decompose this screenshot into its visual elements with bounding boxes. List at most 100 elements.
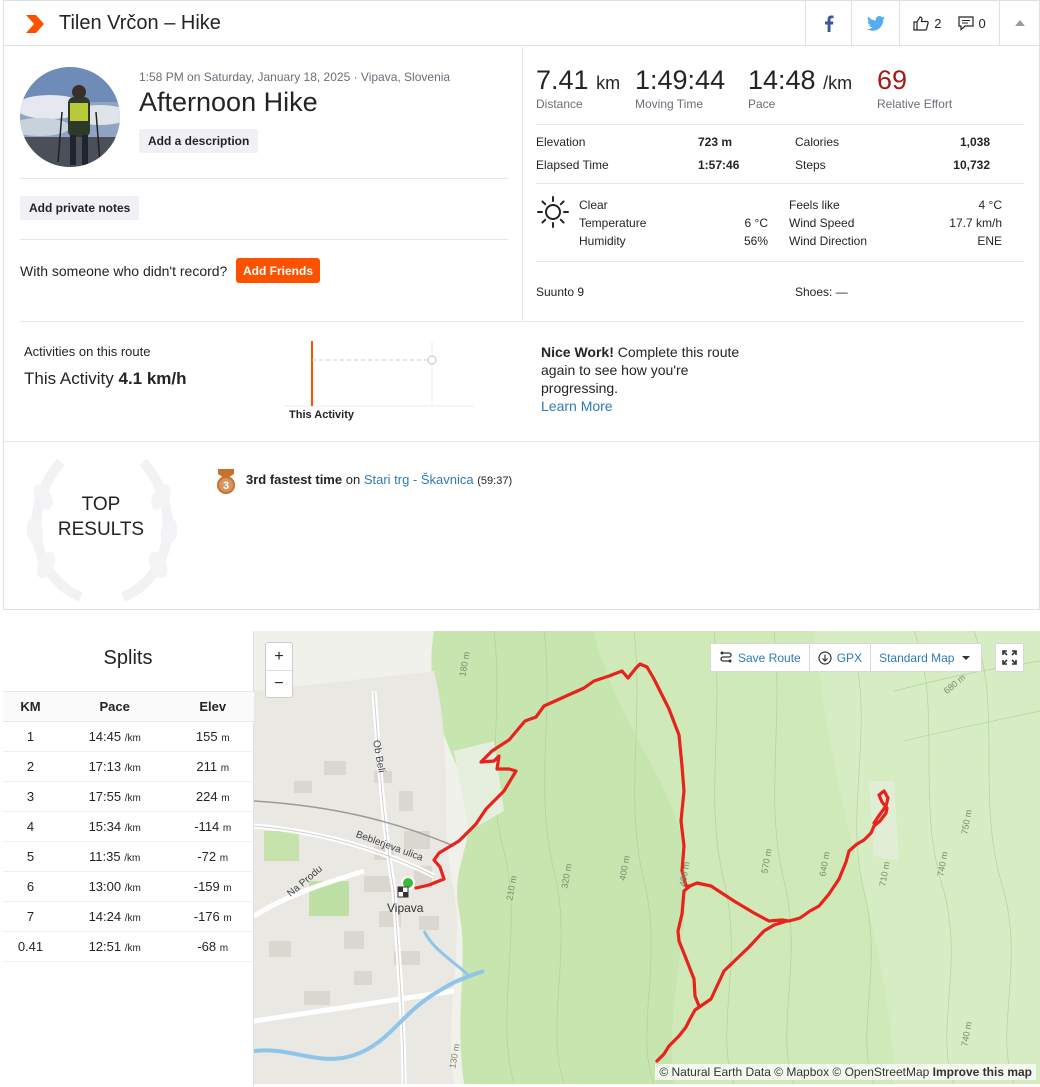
split-elev: -176 m (171, 901, 254, 932)
hike-sport-icon (26, 15, 44, 33)
fullscreen-icon (1002, 650, 1017, 665)
split-pace: 14:45 /km (57, 721, 172, 752)
map-type-label: Standard Map (879, 650, 955, 665)
calories-label: Calories (795, 135, 840, 149)
stat-moving-time: 1:49:44 Moving Time (635, 65, 725, 111)
nice-work-title: Nice Work! (541, 344, 614, 360)
split-km: 2 (3, 751, 58, 782)
kudos-button[interactable]: 2 (913, 16, 942, 31)
distance-label: Distance (536, 97, 583, 111)
split-elev: 224 m (171, 781, 254, 812)
splits-row: 3 17:55 /km 224 m (3, 781, 254, 812)
learn-more-link[interactable]: Learn More (541, 398, 613, 414)
divider (20, 321, 1024, 322)
caret-up-icon (1014, 20, 1025, 26)
split-pace: 17:55 /km (57, 781, 172, 812)
wind-direction-value: ENE (977, 234, 1002, 248)
route-activities-label: Activities on this route (24, 344, 151, 359)
route-this-activity-speed: 4.1 km/h (118, 369, 187, 388)
splits-row: 0.41 12:51 /km -68 m (3, 931, 254, 962)
add-friends-button[interactable]: Add Friends (236, 258, 320, 283)
splits-header-elev: Elev (171, 691, 254, 722)
gpx-label: GPX (836, 650, 863, 665)
download-icon (818, 650, 832, 665)
stat-relative-effort[interactable]: 69 Relative Effort (877, 65, 952, 111)
divider (20, 239, 508, 240)
route-comparison-chart (284, 341, 474, 407)
split-km: 5 (3, 841, 58, 872)
map-type-select[interactable]: Standard Map (871, 643, 983, 672)
pace-label: Pace (748, 97, 776, 111)
splits-header-pace: Pace (57, 691, 172, 722)
divider (4, 441, 1039, 442)
bronze-medal-icon: 3 (217, 469, 235, 494)
zoom-controls: + − (265, 642, 293, 698)
top-results-title: TOP RESULTS (36, 492, 166, 542)
map-toolbar: Save Route GPX Standard Map (710, 643, 983, 672)
shoes-info: Shoes: — (795, 285, 848, 299)
split-km: 6 (3, 871, 58, 902)
athlete-avatar[interactable] (20, 67, 120, 167)
moving-time-value: 1:49:44 (635, 65, 726, 95)
split-pace: 14:24 /km (57, 901, 172, 932)
nice-work-message: Nice Work! Complete this route again to … (541, 343, 756, 415)
route-this-activity: This Activity 4.1 km/h (24, 369, 187, 389)
splits-row: 6 13:00 /km -159 m (3, 871, 254, 902)
activity-datetime: 1:58 PM on Saturday, January 18, 2025 · … (139, 70, 451, 84)
split-km: 1 (3, 721, 58, 752)
activity-name: Afternoon Hike (139, 87, 318, 117)
achievement-on: on (345, 472, 361, 487)
top-results-line2: RESULTS (57, 519, 145, 540)
activity-header-title: Tilen Vrčon – Hike (59, 12, 221, 34)
column-separator (522, 47, 523, 321)
with-someone-text: With someone who didn't record? (20, 263, 228, 279)
feels-like-value: 4 °C (978, 198, 1002, 212)
split-elev: -72 m (171, 841, 254, 872)
twitter-icon (866, 15, 885, 31)
facebook-share-button[interactable] (805, 1, 851, 45)
stat-distance: 7.41 km Distance (536, 65, 620, 111)
avatar-photo (20, 67, 120, 167)
add-description-button[interactable]: Add a description (139, 129, 259, 153)
activity-map[interactable]: 180 m 210 m 320 m 400 m 490 m 570 m 640 … (254, 631, 1040, 1084)
splits-body: 1 14:45 /km 155 m 2 17:13 /km 211 m 3 17:55 /km… (3, 721, 254, 962)
wind-direction-label: Wind Direction (789, 234, 868, 248)
comments-button[interactable]: 0 (957, 15, 986, 31)
zoom-in-button[interactable]: + (266, 643, 292, 670)
route-icon (720, 651, 732, 662)
steps-value: 10,732 (953, 158, 990, 172)
gpx-download-button[interactable]: GPX (809, 643, 872, 672)
humidity-value: 56% (743, 234, 768, 248)
device-name: Suunto 9 (536, 285, 585, 299)
facebook-icon (824, 15, 833, 32)
header-actions: 2 0 (805, 1, 1039, 45)
elapsed-time-value: 1:57:46 (698, 158, 740, 172)
segment-link[interactable]: Stari trg - Škavnica (364, 472, 474, 487)
moving-time-label: Moving Time (635, 97, 704, 111)
relative-effort-label: Relative Effort (877, 97, 953, 111)
map-canvas (254, 631, 1040, 1084)
splits-row: 2 17:13 /km 211 m (3, 751, 254, 782)
comment-icon (957, 15, 974, 31)
zoom-out-button[interactable]: − (266, 670, 292, 697)
fullscreen-button[interactable] (995, 643, 1024, 672)
collapse-button[interactable] (999, 1, 1039, 45)
split-km: 4 (3, 811, 58, 842)
divider (536, 124, 1024, 125)
twitter-share-button[interactable] (851, 1, 899, 45)
split-pace: 17:13 /km (57, 751, 172, 782)
attribution-text[interactable]: © Natural Earth Data © Mapbox © OpenStre… (659, 1065, 929, 1079)
split-km: 0.41 (3, 931, 58, 962)
split-elev: -68 m (171, 931, 254, 962)
splits-table: KM Pace Elev 1 14:45 /km 155 m 2 17:13 /km 21… (3, 691, 254, 962)
route-chart-point (427, 355, 437, 365)
calories-value: 1,038 (959, 135, 990, 149)
improve-map-link[interactable]: Improve this map (933, 1065, 1032, 1079)
divider (536, 261, 1024, 262)
save-route-button[interactable]: Save Route (710, 643, 810, 672)
map-attribution: © Natural Earth Data © Mapbox © OpenStre… (655, 1064, 1036, 1080)
elevation-label: Elevation (536, 135, 586, 149)
achievement-text: 3rd fastest time (246, 472, 343, 487)
elevation-value: 723 m (698, 135, 733, 149)
add-private-notes-button[interactable]: Add private notes (20, 196, 140, 220)
